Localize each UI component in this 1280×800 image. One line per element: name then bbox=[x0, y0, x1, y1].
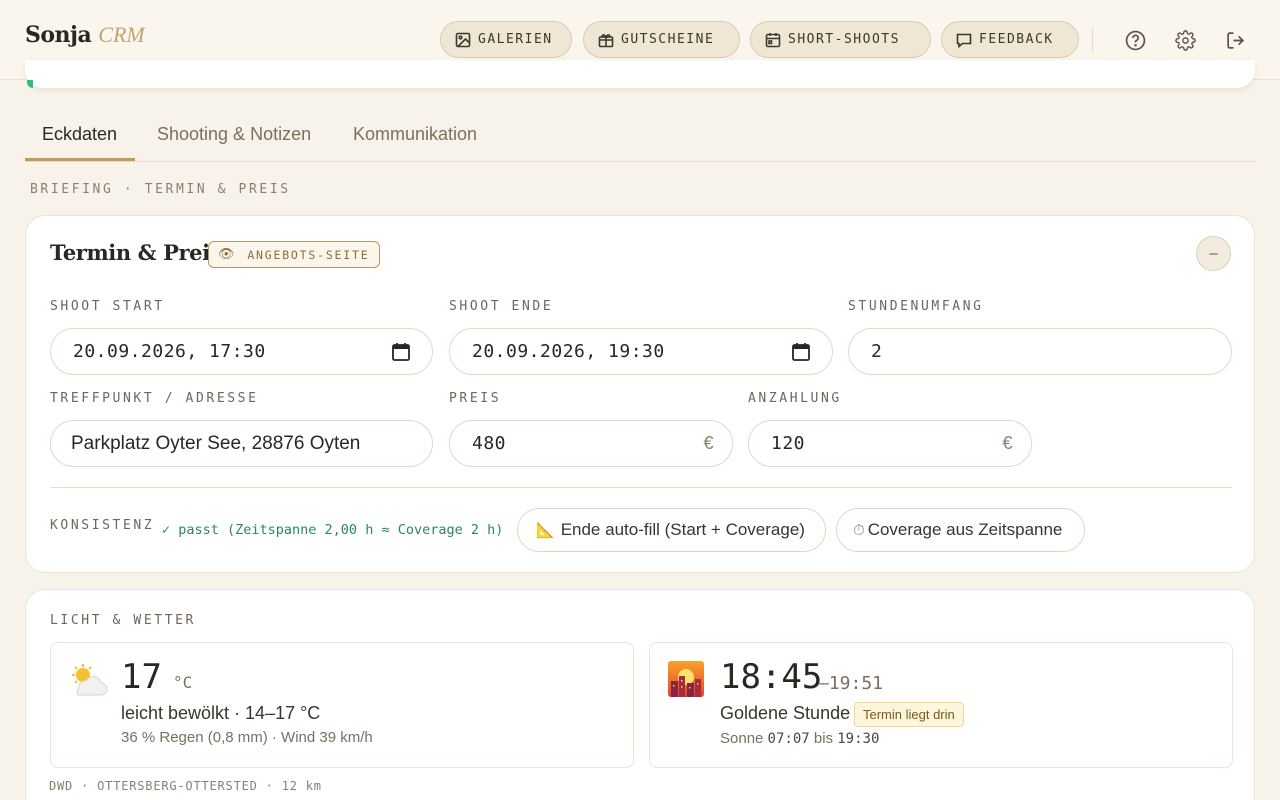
euro-symbol: € bbox=[1002, 433, 1013, 453]
app-logo[interactable]: Sonja CRM bbox=[25, 22, 145, 48]
logout-icon bbox=[1226, 31, 1244, 49]
settings-button[interactable] bbox=[1172, 27, 1198, 53]
termin-in-golden-hour-badge: Termin liegt drin bbox=[854, 702, 964, 727]
coverage-button-label: Coverage aus Zeitspanne bbox=[867, 520, 1063, 539]
nav-feedback-button[interactable]: FEEDBACK bbox=[941, 21, 1079, 58]
image-icon bbox=[455, 32, 471, 47]
adresse-input[interactable]: Parkplatz Oyter See, 28876 Oyten bbox=[50, 420, 433, 467]
card-title: Termin & Preis bbox=[50, 240, 222, 265]
coverage-from-span-button[interactable]: ⏱ Coverage aus Zeitspanne bbox=[836, 508, 1085, 552]
nav-galerien-label: GALERIEN bbox=[478, 32, 553, 47]
header-card-bottom bbox=[25, 60, 1255, 88]
ende-autofill-label: Ende auto-fill (Start + Coverage) bbox=[560, 520, 805, 539]
nav-short-shoots-button[interactable]: SHORT-SHOOTS bbox=[750, 21, 931, 58]
termin-preis-card: Termin & Preis 👁 ANGEBOTS-SEITE – SHOOT … bbox=[25, 215, 1255, 573]
tab-kommunikation[interactable]: Kommunikation bbox=[353, 124, 477, 145]
collapse-button[interactable]: – bbox=[1196, 236, 1231, 271]
briefing-section-label: BRIEFING · TERMIN & PREIS bbox=[30, 182, 291, 197]
stopwatch-icon: ⏱ bbox=[853, 521, 865, 539]
golden-hour-end: –19:51 bbox=[818, 673, 884, 694]
weather-details: 36 % Regen (0,8 mm) · Wind 39 km/h bbox=[121, 729, 373, 746]
anzahlung-label: ANZAHLUNG bbox=[748, 391, 842, 406]
stundenumfang-value: 2 bbox=[871, 341, 883, 362]
konsistenz-status: ✓ passt (Zeitspanne 2,00 h ≈ Coverage 2 … bbox=[162, 522, 504, 538]
angebots-seite-badge[interactable]: 👁 ANGEBOTS-SEITE bbox=[208, 241, 381, 268]
shoot-ende-label: SHOOT ENDE bbox=[449, 299, 554, 314]
help-button[interactable] bbox=[1122, 27, 1148, 53]
sun-mid: bis bbox=[813, 730, 834, 747]
preis-value: 480 bbox=[472, 433, 507, 454]
anzahlung-input[interactable]: 120 € bbox=[748, 420, 1032, 467]
eye-icon: 👁 bbox=[218, 247, 237, 262]
sunrise-time: 07:07 bbox=[767, 731, 810, 747]
logo-subtitle: CRM bbox=[98, 22, 145, 47]
nav-galerien-button[interactable]: GALERIEN bbox=[440, 21, 572, 58]
preis-input[interactable]: 480 € bbox=[449, 420, 733, 467]
calendar-picker-icon[interactable] bbox=[392, 342, 410, 361]
anzahlung-value: 120 bbox=[771, 433, 806, 454]
shoot-ende-value: 20.09.2026, 19:30 bbox=[472, 341, 665, 362]
nav-gutscheine-label: GUTSCHEINE bbox=[621, 32, 715, 47]
temperature-value: 17 bbox=[121, 657, 162, 697]
sun-times: Sonne 07:07 bis 19:30 bbox=[720, 730, 879, 747]
nav-short-shoots-label: SHORT-SHOOTS bbox=[788, 32, 900, 47]
weather-source: DWD · OTTERSBERG-OTTERSTED · 12 km bbox=[49, 779, 322, 793]
help-icon bbox=[1125, 30, 1145, 50]
sunset-time: 19:30 bbox=[837, 731, 880, 747]
tab-bar: Eckdaten Shooting & Notizen Kommunikatio… bbox=[25, 112, 1255, 162]
weather-description: leicht bewölkt · 14–17 °C bbox=[121, 703, 321, 723]
golden-hour-card: 18:45 –19:51 Goldene Stunde Termin liegt… bbox=[649, 642, 1233, 768]
euro-symbol: € bbox=[703, 433, 714, 453]
header-divider bbox=[1092, 28, 1093, 52]
adresse-value: Parkplatz Oyter See, 28876 Oyten bbox=[71, 432, 361, 454]
shoot-ende-input[interactable]: 20.09.2026, 19:30 bbox=[449, 328, 833, 375]
logo-name: Sonja bbox=[25, 22, 92, 48]
gear-icon bbox=[1174, 29, 1196, 51]
golden-hour-label: Goldene Stunde bbox=[720, 703, 851, 723]
licht-wetter-card: LICHT & WETTER 17 °C leicht bewölkt · 14… bbox=[25, 589, 1255, 800]
ruler-icon: 📐 bbox=[536, 522, 555, 539]
message-icon bbox=[956, 33, 972, 48]
adresse-label: TREFFPUNKT / ADRESSE bbox=[50, 391, 259, 406]
weather-card: 17 °C leicht bewölkt · 14–17 °C 36 % Reg… bbox=[50, 642, 634, 768]
tab-shooting-notizen[interactable]: Shooting & Notizen bbox=[157, 124, 311, 145]
sun-prefix: Sonne bbox=[720, 730, 764, 747]
konsistenz-label: KONSISTENZ bbox=[50, 518, 155, 533]
stundenumfang-input[interactable]: 2 bbox=[848, 328, 1232, 375]
gift-icon bbox=[598, 33, 614, 47]
shoot-start-label: SHOOT START bbox=[50, 299, 165, 314]
nav-feedback-label: FEEDBACK bbox=[979, 32, 1054, 47]
preis-label: PREIS bbox=[449, 391, 502, 406]
temperature-unit: °C bbox=[173, 673, 193, 692]
licht-wetter-label: LICHT & WETTER bbox=[50, 613, 196, 628]
calendar-icon bbox=[765, 32, 781, 47]
active-tab-indicator bbox=[25, 158, 135, 161]
stundenumfang-label: STUNDENUMFANG bbox=[848, 299, 984, 314]
shoot-start-input[interactable]: 20.09.2026, 17:30 bbox=[50, 328, 433, 375]
nav-gutscheine-button[interactable]: GUTSCHEINE bbox=[583, 21, 740, 58]
tab-eckdaten[interactable]: Eckdaten bbox=[42, 124, 117, 145]
status-indicator bbox=[27, 80, 33, 88]
golden-hour-start: 18:45 bbox=[720, 657, 823, 697]
shoot-start-value: 20.09.2026, 17:30 bbox=[73, 341, 266, 362]
calendar-picker-icon[interactable] bbox=[792, 342, 810, 361]
partly-cloudy-icon bbox=[72, 664, 108, 696]
sunset-city-icon bbox=[668, 661, 704, 697]
ende-autofill-button[interactable]: 📐 Ende auto-fill (Start + Coverage) bbox=[517, 508, 826, 552]
badge-label: ANGEBOTS-SEITE bbox=[247, 247, 370, 262]
logout-button[interactable] bbox=[1222, 27, 1248, 53]
divider bbox=[50, 487, 1232, 488]
